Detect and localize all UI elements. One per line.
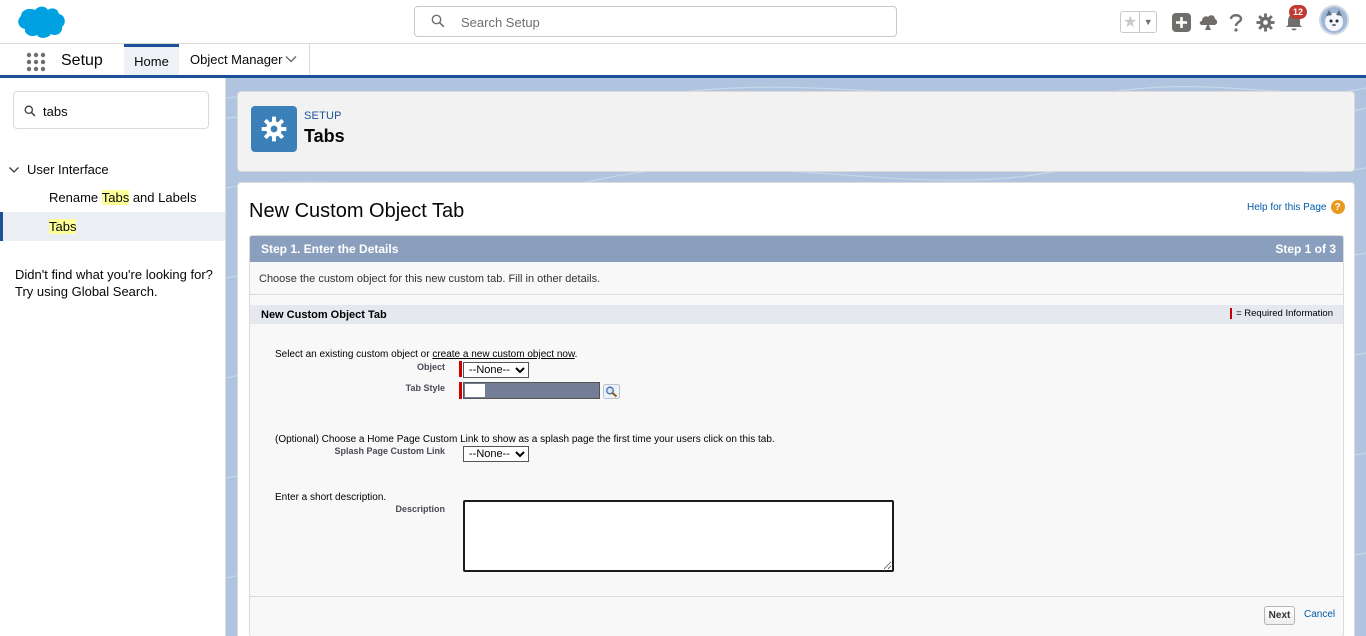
object-label: Object <box>416 362 445 372</box>
tree-node-label: User Interface <box>27 162 109 177</box>
app-name: Setup <box>61 52 103 69</box>
wizard-panel: Step 1. Enter the Details Step 1 of 3 Ch… <box>249 235 1344 636</box>
salesforce-cloud-logo[interactable] <box>14 4 66 40</box>
required-info-text: = Required Information <box>1236 308 1333 319</box>
cancel-link[interactable]: Cancel <box>1304 609 1335 620</box>
section-title: New Custom Object Tab <box>261 309 387 321</box>
lookup-icon[interactable] <box>603 384 620 399</box>
chevron-down-icon[interactable] <box>8 164 20 176</box>
add-icon[interactable] <box>1171 12 1191 32</box>
required-marker <box>459 382 462 399</box>
chevron-down-icon[interactable]: ▼ <box>1140 12 1156 32</box>
object-instruction-end: . <box>574 349 578 360</box>
description-label: Description <box>395 504 445 514</box>
tree-item-highlight: Tabs <box>49 219 77 234</box>
tree-item-text-pre: Rename <box>49 190 102 205</box>
divider <box>250 294 1343 295</box>
nav-bar: Setup Home Object Manager <box>0 44 1366 78</box>
description-textarea[interactable] <box>463 500 894 572</box>
content-title: New Custom Object Tab <box>249 200 465 222</box>
required-legend: = Required Information <box>1230 308 1333 319</box>
avatar[interactable] <box>1319 5 1349 35</box>
global-header: ★ ▼ 12 <box>0 0 1366 44</box>
page-header: SETUP Tabs <box>237 91 1355 172</box>
footer-divider <box>250 596 1343 597</box>
content-card: New Custom Object Tab Help for this Page… <box>237 182 1355 636</box>
page-eyebrow: SETUP <box>304 110 342 122</box>
tree-item-tabs[interactable]: Tabs <box>0 212 225 241</box>
sidebar-help-text: Didn't find what you're looking for? Try… <box>15 266 215 300</box>
splash-label: Splash Page Custom Link <box>334 446 445 456</box>
tab-object-manager[interactable]: Object Manager <box>179 44 310 75</box>
splash-instruction: (Optional) Choose a Home Page Custom Lin… <box>275 434 775 445</box>
required-marker <box>459 361 462 377</box>
gear-icon[interactable] <box>1255 12 1275 32</box>
app-launcher-icon[interactable] <box>26 52 46 72</box>
global-search[interactable] <box>414 6 897 37</box>
step-description: Choose the custom object for this new cu… <box>259 273 601 285</box>
chevron-down-icon[interactable] <box>285 53 297 65</box>
required-marker <box>1230 308 1233 319</box>
tree-item-rename-tabs-and-labels[interactable]: Rename Tabs and Labels <box>0 183 225 212</box>
help-question-icon[interactable]: ? <box>1330 200 1345 214</box>
help-icon[interactable] <box>1226 12 1246 32</box>
object-instruction: Select an existing custom object or crea… <box>275 349 577 360</box>
step-count: Step 1 of 3 <box>1275 242 1336 256</box>
search-icon <box>431 14 445 28</box>
next-button[interactable]: Next <box>1264 606 1295 625</box>
sidebar-help-line: Didn't find what you're looking for? <box>15 267 213 282</box>
setup-sidebar: User Interface Rename Tabs and Labels Ta… <box>0 78 226 636</box>
quick-find[interactable] <box>13 91 209 129</box>
tab-home[interactable]: Home <box>124 44 179 75</box>
step-bar: Step 1. Enter the Details Step 1 of 3 <box>250 236 1343 262</box>
create-custom-object-link[interactable]: create a new custom object now <box>432 349 574 360</box>
step-title: Step 1. Enter the Details <box>261 242 399 256</box>
tree-item-highlight: Tabs <box>101 190 130 205</box>
object-select[interactable]: --None-- <box>463 362 529 378</box>
favorites-group[interactable]: ★ ▼ <box>1120 11 1157 33</box>
help-for-page-link[interactable]: Help for this Page ? <box>1247 200 1345 214</box>
form-area: Select an existing custom object or crea… <box>250 324 1343 594</box>
sidebar-help-line: Try using Global Search. <box>15 284 158 299</box>
star-icon[interactable]: ★ <box>1121 12 1141 32</box>
tab-object-manager-label: Object Manager <box>190 52 283 67</box>
trailhead-icon[interactable] <box>1198 12 1218 32</box>
tree-item-text-post: and Labels <box>129 190 197 205</box>
notification-badge: 12 <box>1289 5 1307 19</box>
tab-style-swatch <box>465 384 485 397</box>
tab-style-field[interactable] <box>463 382 600 399</box>
description-instruction: Enter a short description. <box>275 492 387 503</box>
search-icon <box>24 105 36 117</box>
tab-style-label: Tab Style <box>405 383 445 393</box>
object-instruction-text: Select an existing custom object or <box>275 349 433 360</box>
section-header: New Custom Object Tab = Required Informa… <box>250 305 1343 324</box>
setup-gear-icon <box>251 106 297 152</box>
help-link-label[interactable]: Help for this Page <box>1247 202 1327 213</box>
tree-node-user-interface[interactable]: User Interface <box>8 162 109 177</box>
search-input[interactable] <box>461 12 881 32</box>
page-title: Tabs <box>304 126 345 146</box>
quick-find-input[interactable] <box>43 102 193 120</box>
splash-select[interactable]: --None-- <box>463 446 529 462</box>
